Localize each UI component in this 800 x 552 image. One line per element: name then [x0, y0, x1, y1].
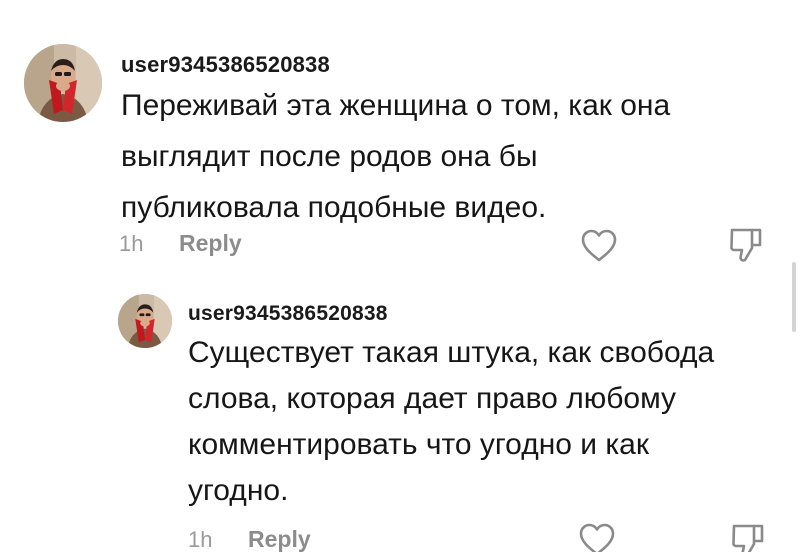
- thumbs-down-outline-icon: [732, 524, 764, 552]
- comment-username[interactable]: user9345386520838: [188, 302, 788, 326]
- avatar[interactable]: [118, 294, 172, 348]
- heart-outline-icon: [579, 523, 615, 552]
- avatar-photo: [24, 44, 102, 122]
- comment-username[interactable]: user9345386520838: [121, 52, 771, 78]
- like-button[interactable]: [580, 228, 618, 264]
- comment-text: Существует такая штука, как свобода слов…: [188, 336, 715, 507]
- scrollbar[interactable]: [792, 262, 796, 332]
- reply-button[interactable]: Reply: [179, 230, 242, 257]
- avatar[interactable]: [24, 44, 102, 122]
- comment-time: 1h: [119, 230, 144, 256]
- comment-meta: 1h Reply: [188, 526, 311, 552]
- comment-text: Переживай эта женщина о том, как она выг…: [121, 89, 671, 224]
- reply-button[interactable]: Reply: [248, 526, 311, 552]
- thumbs-down-outline-icon: [730, 228, 762, 262]
- comments-screen: user9345386520838 Переживай эта женщина …: [0, 0, 800, 552]
- dislike-button[interactable]: [728, 226, 764, 264]
- heart-outline-icon: [581, 229, 617, 262]
- comment-body: user9345386520838 Переживай эта женщина …: [121, 44, 771, 233]
- comment-time: 1h: [188, 526, 213, 552]
- dislike-button[interactable]: [730, 522, 766, 552]
- comment-body: user9345386520838 Существует такая штука…: [188, 294, 788, 514]
- like-button[interactable]: [578, 522, 616, 552]
- comment-meta: 1h Reply: [119, 230, 242, 257]
- avatar-photo: [118, 294, 172, 348]
